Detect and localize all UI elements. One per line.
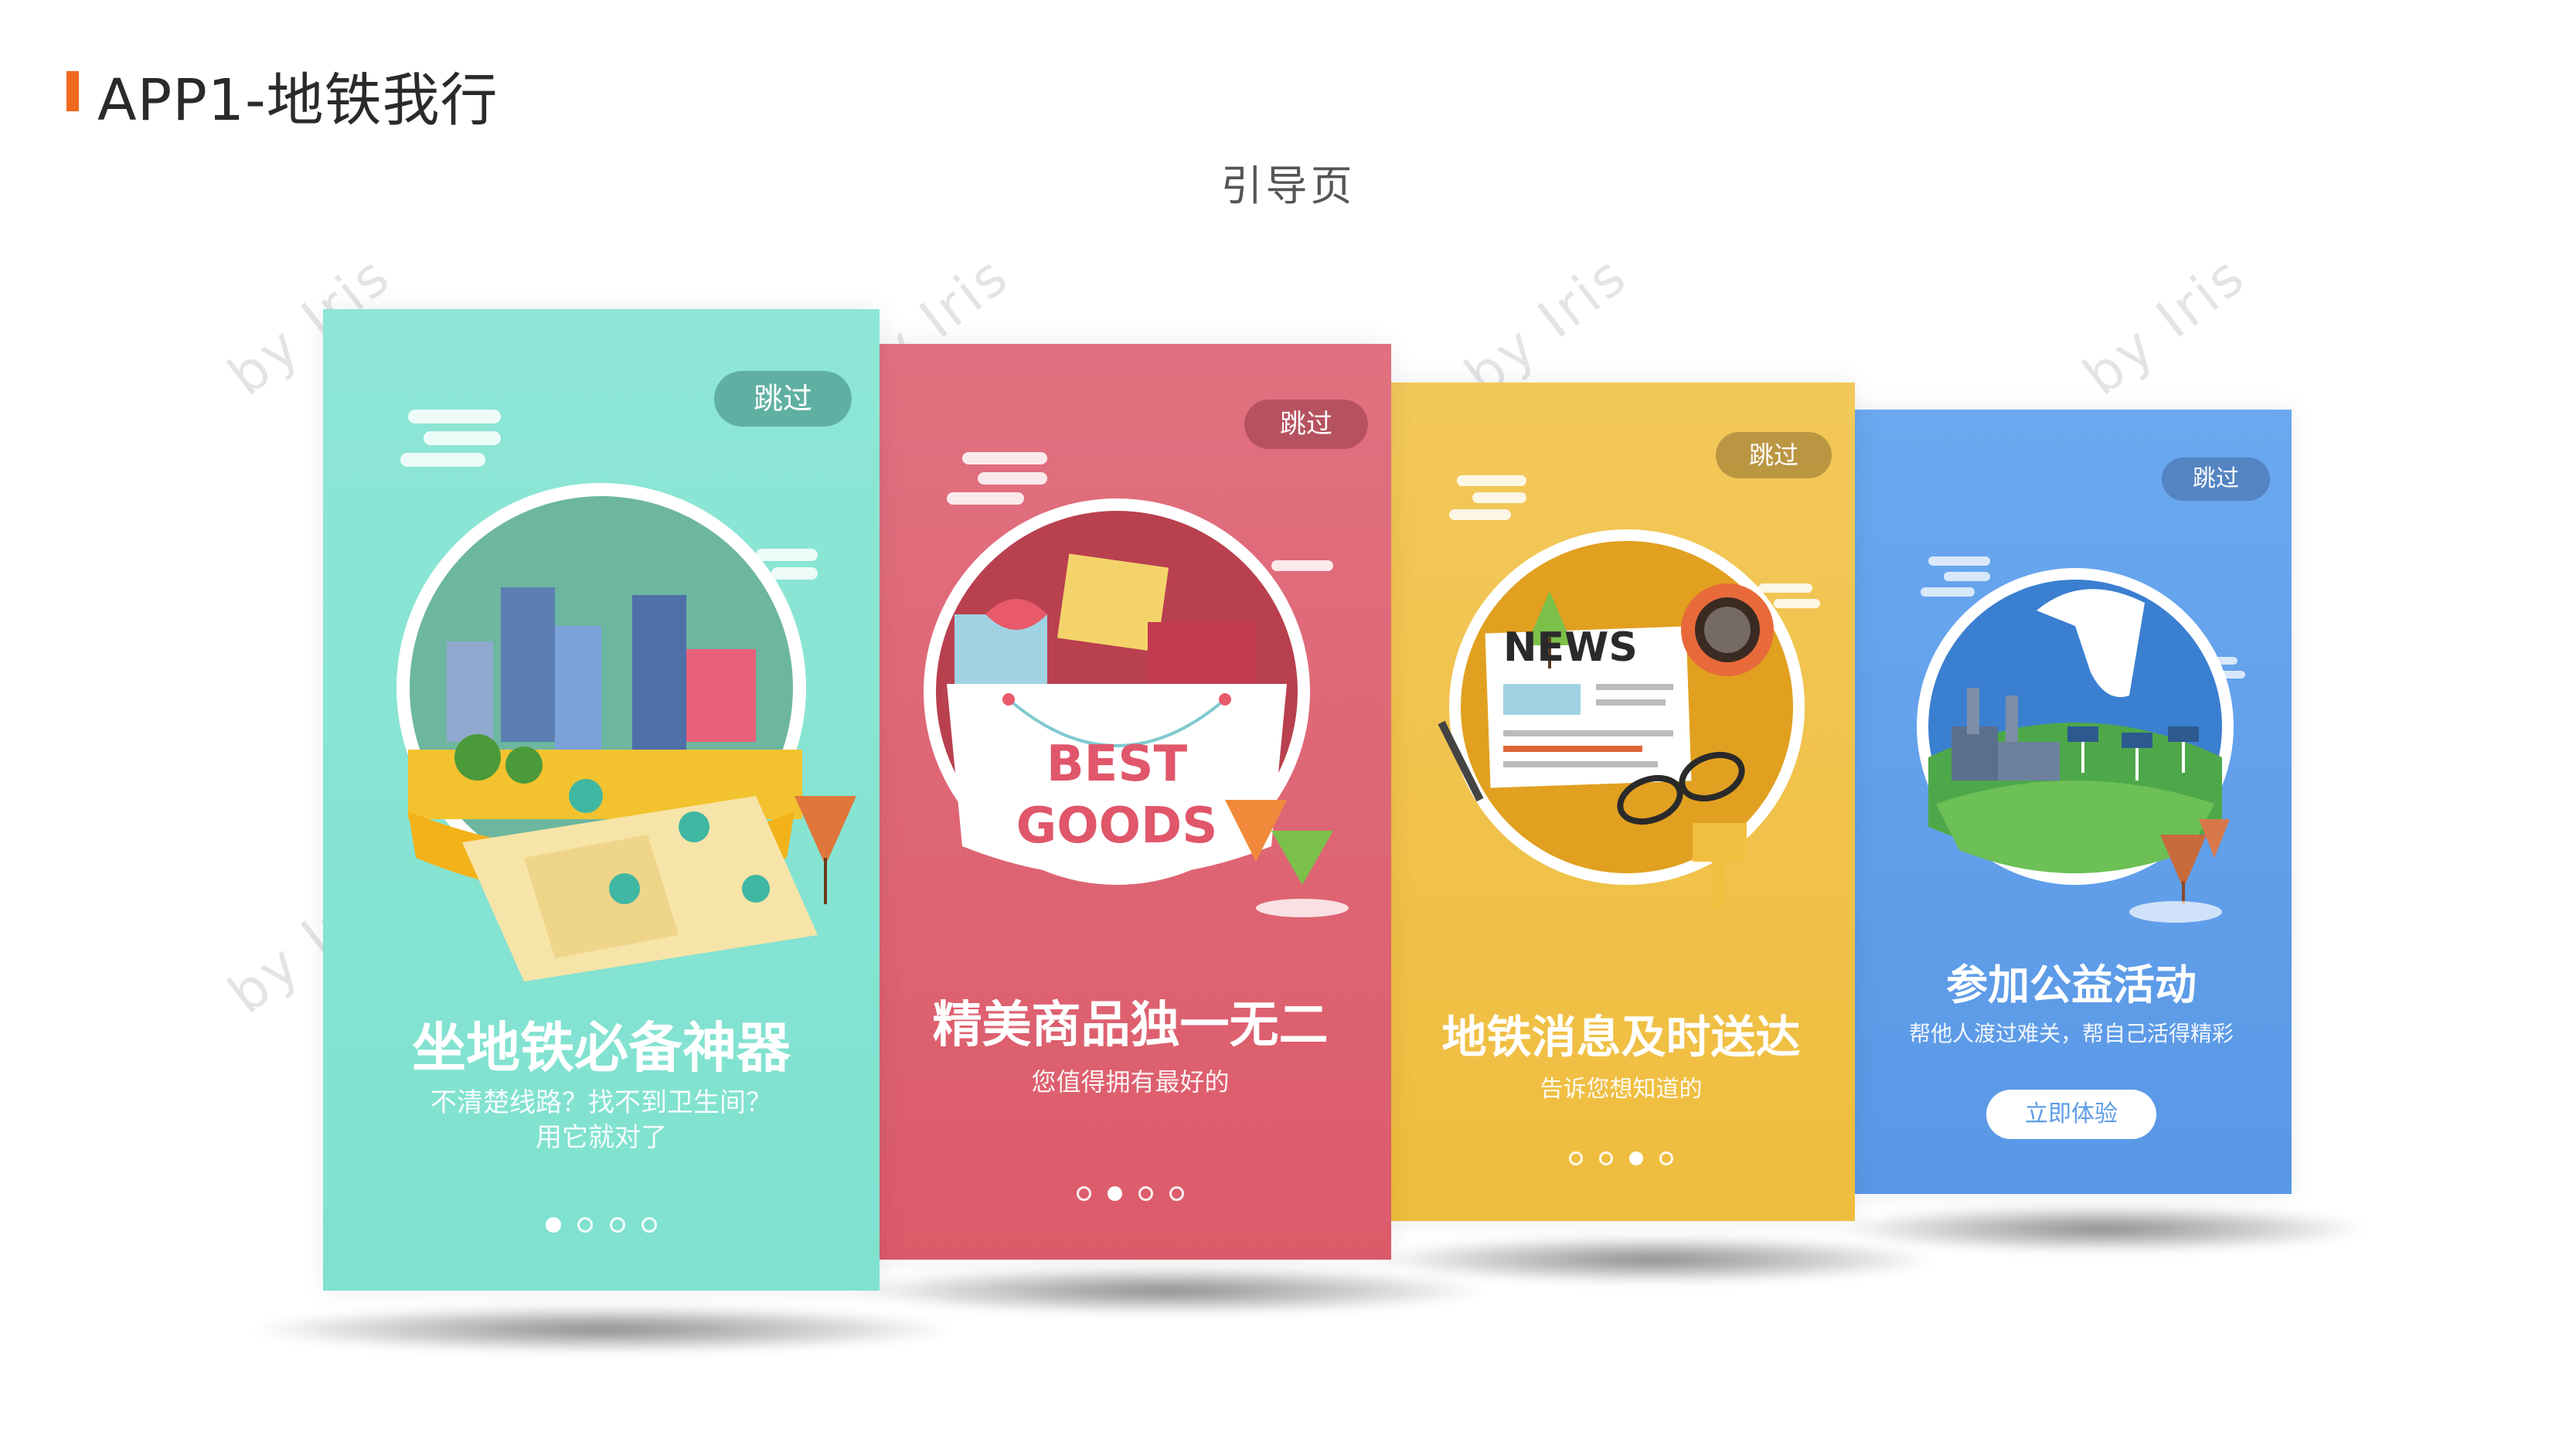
card-shadow xyxy=(850,1267,1484,1314)
pager-dots xyxy=(323,1217,880,1236)
try-now-button[interactable]: 立即体验 xyxy=(1986,1090,2156,1139)
onboarding-card-charity: 跳过 参加公益活动 帮他人渡过难关，帮自己活得精彩 立即体验 xyxy=(1851,410,2292,1194)
pager-dot[interactable] xyxy=(1076,1186,1091,1201)
charity-hands-illustration xyxy=(1917,556,2245,923)
gift-bag-illustration: BEST GOODS xyxy=(924,452,1349,917)
card-description: 不清楚线路？找不到卫生间？ xyxy=(430,1087,772,1118)
pager-dot[interactable] xyxy=(1138,1186,1154,1201)
page-title: APP1-地铁我行 xyxy=(97,67,499,134)
card-description: 告诉您想知道的 xyxy=(1540,1076,1703,1103)
pager-dot[interactable] xyxy=(577,1217,594,1233)
pager-dot-active[interactable] xyxy=(1107,1186,1122,1201)
watermark: by Iris xyxy=(2071,243,2258,408)
badge-text-best: BEST xyxy=(1046,736,1188,793)
onboarding-card-goods: 跳过 BEST GOODS 精美商品独一无二 您值得拥有最好的 xyxy=(869,344,1391,1260)
card-heading: 精美商品独一无二 xyxy=(932,997,1329,1054)
pager-dot[interactable] xyxy=(1169,1186,1185,1201)
card-heading: 坐地铁必备神器 xyxy=(412,1016,791,1080)
card-shadow xyxy=(1839,1206,2365,1252)
pager-dot[interactable] xyxy=(1659,1151,1674,1165)
onboarding-card-news: 跳过 NEWS 地铁消息及时送达 告诉您想知道的 xyxy=(1387,383,1855,1221)
newspaper-illustration: NEWS xyxy=(1438,475,1820,908)
pager-dots xyxy=(1387,1151,1855,1168)
card-description: 帮他人渡过难关，帮自己活得精彩 xyxy=(1908,1021,2234,1046)
title-accent-bar xyxy=(66,71,79,111)
pager-dot[interactable] xyxy=(1568,1151,1583,1165)
news-label: NEWS xyxy=(1503,624,1638,671)
card-description: 用它就对了 xyxy=(536,1122,667,1153)
badge-text-goods: GOODS xyxy=(1016,798,1218,855)
pager-dot-active[interactable] xyxy=(1629,1151,1644,1165)
card-heading: 参加公益活动 xyxy=(1946,961,2197,1009)
card-shadow xyxy=(255,1306,951,1352)
city-map-illustration xyxy=(396,410,856,981)
pager-dot[interactable] xyxy=(1598,1151,1613,1165)
pager-dot-active[interactable] xyxy=(546,1217,562,1233)
card-shadow xyxy=(1376,1236,1932,1283)
onboarding-card-subway: 跳过 坐地铁必备神器 不清楚线路？找不到卫生间？ 用它就对了 xyxy=(323,309,880,1291)
pager-dot[interactable] xyxy=(609,1217,625,1233)
pager-dots xyxy=(869,1186,1391,1204)
card-description: 您值得拥有最好的 xyxy=(1031,1067,1230,1097)
pager-dot[interactable] xyxy=(641,1217,657,1233)
card-heading: 地铁消息及时送达 xyxy=(1441,1011,1801,1063)
page-subtitle: 引导页 xyxy=(1220,162,1356,210)
